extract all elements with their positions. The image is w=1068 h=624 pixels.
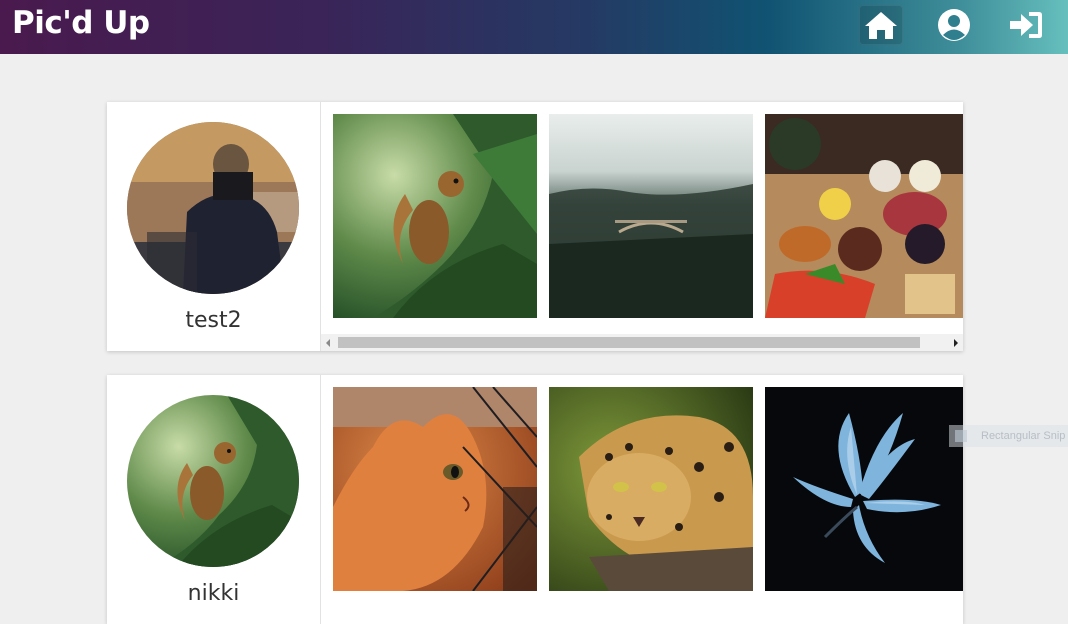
photo-thumbnail[interactable] xyxy=(549,114,753,318)
photo-thumbnail[interactable] xyxy=(765,387,963,591)
login-button[interactable] xyxy=(1004,5,1048,45)
photo-thumbnail[interactable] xyxy=(333,114,537,318)
home-icon xyxy=(865,12,897,39)
user-profile-panel: test2 xyxy=(107,102,321,351)
sign-in-icon xyxy=(1010,12,1042,38)
photo-gallery xyxy=(321,102,963,351)
username-label[interactable]: nikki xyxy=(107,581,320,606)
scissors-icon xyxy=(955,430,967,442)
horizontal-scrollbar[interactable] xyxy=(321,334,963,351)
photo-thumbnail[interactable] xyxy=(549,387,753,591)
photo-thumbnail[interactable] xyxy=(333,387,537,591)
scroll-left-icon[interactable] xyxy=(326,339,330,347)
avatar[interactable] xyxy=(127,122,299,294)
home-button[interactable] xyxy=(859,5,903,45)
user-card: nikki xyxy=(107,375,963,624)
profile-button[interactable] xyxy=(932,5,976,45)
photo-gallery xyxy=(321,375,963,624)
brand-logo[interactable]: Pic'd Up xyxy=(12,5,150,41)
top-navbar: Pic'd Up xyxy=(0,0,1068,54)
snipping-tool-tooltip: Rectangular Snip xyxy=(949,425,1068,447)
snip-label: Rectangular Snip xyxy=(981,430,1066,442)
username-label[interactable]: test2 xyxy=(107,308,320,333)
scroll-right-icon[interactable] xyxy=(954,339,958,347)
user-card: test2 xyxy=(107,102,963,351)
user-profile-panel: nikki xyxy=(107,375,321,624)
scrollbar-thumb[interactable] xyxy=(338,337,920,348)
avatar[interactable] xyxy=(127,395,299,567)
user-circle-icon xyxy=(938,9,970,41)
photo-thumbnail[interactable] xyxy=(765,114,963,318)
